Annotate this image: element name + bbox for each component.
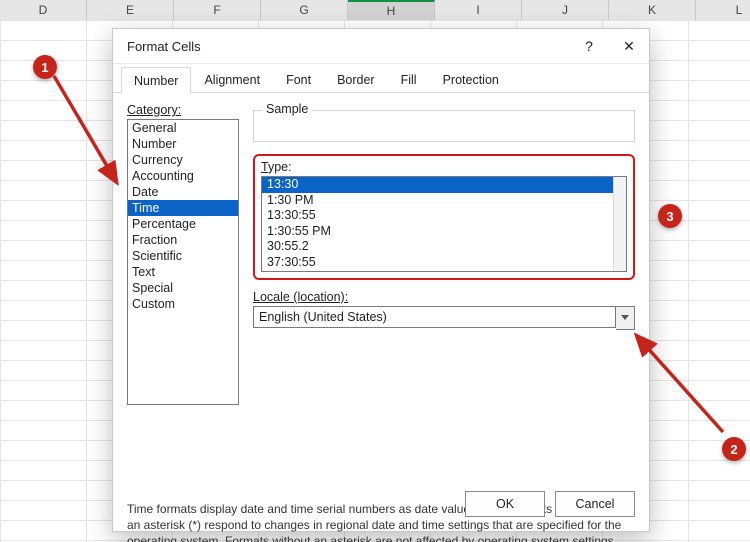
type-option[interactable]: 1:30 PM [262, 193, 626, 209]
locale-dropdown[interactable]: English (United States) [253, 306, 635, 330]
type-highlight-box: Type: 13:301:30 PM13:30:551:30:55 PM30:5… [253, 154, 635, 280]
annotation-badge-1: 1 [33, 55, 57, 79]
type-option[interactable]: 30:55.2 [262, 239, 626, 255]
chevron-down-icon[interactable] [616, 306, 635, 330]
column-header-E[interactable]: E [87, 0, 174, 20]
tab-font[interactable]: Font [273, 66, 324, 92]
category-percentage[interactable]: Percentage [128, 216, 238, 232]
type-listbox[interactable]: 13:301:30 PM13:30:551:30:55 PM30:55.237:… [261, 176, 627, 272]
tab-protection[interactable]: Protection [430, 66, 512, 92]
category-label: Category: [127, 103, 239, 117]
annotation-badge-3: 3 [658, 204, 682, 228]
column-header-L[interactable]: L [696, 0, 750, 20]
category-fraction[interactable]: Fraction [128, 232, 238, 248]
cancel-button[interactable]: Cancel [555, 491, 635, 517]
category-time[interactable]: Time [128, 200, 238, 216]
category-listbox[interactable]: GeneralNumberCurrencyAccountingDateTimeP… [127, 119, 239, 405]
category-custom[interactable]: Custom [128, 296, 238, 312]
type-option[interactable]: 37:30:55 [262, 255, 626, 271]
category-number[interactable]: Number [128, 136, 238, 152]
sample-label: Sample [262, 102, 312, 116]
column-header-K[interactable]: K [609, 0, 696, 20]
tab-alignment[interactable]: Alignment [191, 66, 273, 92]
help-button[interactable]: ? [569, 29, 609, 63]
close-button[interactable]: ✕ [609, 29, 649, 63]
tab-number[interactable]: Number [121, 67, 191, 93]
dialog-tabs: NumberAlignmentFontBorderFillProtection [113, 64, 649, 93]
category-scientific[interactable]: Scientific [128, 248, 238, 264]
locale-label: Locale (location): [253, 290, 635, 304]
column-header-G[interactable]: G [261, 0, 348, 20]
locale-value: English (United States) [259, 310, 387, 324]
category-text[interactable]: Text [128, 264, 238, 280]
category-currency[interactable]: Currency [128, 152, 238, 168]
type-option[interactable]: 13:30:55 [262, 208, 626, 224]
column-headers: DEFGHIJKL [0, 0, 750, 21]
category-date[interactable]: Date [128, 184, 238, 200]
dialog-title: Format Cells [113, 39, 201, 54]
type-option[interactable]: 1:30:55 PM [262, 224, 626, 240]
type-option[interactable]: 3/14/12 1:30 PM [262, 270, 626, 272]
type-option[interactable]: 13:30 [262, 177, 626, 193]
format-cells-dialog: Format Cells ? ✕ NumberAlignmentFontBord… [112, 28, 650, 532]
category-special[interactable]: Special [128, 280, 238, 296]
category-accounting[interactable]: Accounting [128, 168, 238, 184]
category-general[interactable]: General [128, 120, 238, 136]
type-label: Type: [261, 160, 627, 174]
column-header-H[interactable]: H [348, 0, 435, 20]
scrollbar[interactable] [613, 177, 626, 271]
column-header-J[interactable]: J [522, 0, 609, 20]
tab-fill[interactable]: Fill [388, 66, 430, 92]
tab-border[interactable]: Border [324, 66, 388, 92]
column-header-D[interactable]: D [0, 0, 87, 20]
column-header-F[interactable]: F [174, 0, 261, 20]
column-header-I[interactable]: I [435, 0, 522, 20]
sample-fieldset: Sample [253, 110, 635, 142]
ok-button[interactable]: OK [465, 491, 545, 517]
dialog-titlebar: Format Cells ? ✕ [113, 29, 649, 64]
annotation-badge-2: 2 [722, 437, 746, 461]
